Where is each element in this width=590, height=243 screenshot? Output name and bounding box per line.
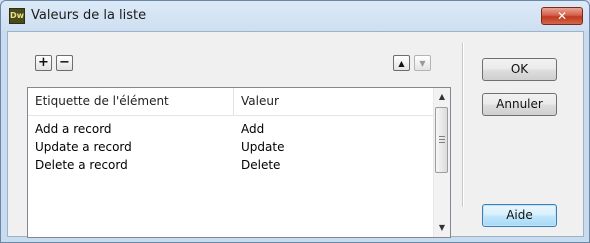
vertical-divider	[462, 43, 464, 207]
dialog-window: Dw Valeurs de la liste ✕ + − ▲ ▼ Etiquet…	[0, 0, 590, 243]
close-icon: ✕	[556, 9, 568, 23]
values-list[interactable]: Etiquette de l'élément Valeur Add a reco…	[27, 87, 451, 238]
vertical-scrollbar[interactable]: ▲ ▼	[433, 88, 450, 237]
grip-line	[439, 139, 445, 140]
scroll-up-arrow-icon[interactable]: ▲	[434, 88, 450, 105]
cancel-button[interactable]: Annuler	[482, 93, 557, 116]
scroll-down-arrow-icon[interactable]: ▼	[434, 219, 450, 236]
arrow-up-icon: ▲	[398, 59, 405, 68]
column-header-value[interactable]: Valeur	[234, 88, 434, 115]
table-row[interactable]: Update a record Update	[28, 138, 436, 157]
table-row[interactable]: Delete a record Delete	[28, 156, 436, 175]
row-value: Add	[241, 122, 265, 136]
window-title: Valeurs de la liste	[31, 8, 147, 23]
row-label: Update a record	[35, 140, 132, 154]
scroll-thumb[interactable]	[435, 107, 448, 173]
row-label: Add a record	[35, 122, 112, 136]
move-down-button[interactable]: ▼	[414, 55, 431, 71]
grip-line	[439, 136, 445, 137]
list-header: Etiquette de l'élément Valeur	[28, 88, 436, 116]
row-label: Delete a record	[35, 158, 128, 172]
ok-button[interactable]: OK	[482, 58, 557, 81]
grip-line	[439, 142, 445, 143]
plus-icon: +	[38, 55, 49, 70]
table-row[interactable]: Add a record Add	[28, 120, 436, 139]
help-button[interactable]: Aide	[482, 204, 557, 227]
close-button[interactable]: ✕	[541, 7, 583, 25]
add-item-button[interactable]: +	[35, 55, 52, 71]
dreamweaver-app-icon: Dw	[9, 8, 25, 24]
row-value: Update	[241, 140, 285, 154]
row-value: Delete	[241, 158, 281, 172]
move-up-button[interactable]: ▲	[393, 55, 410, 71]
arrow-down-icon: ▼	[419, 59, 426, 68]
column-header-label[interactable]: Etiquette de l'élément	[28, 88, 233, 115]
minus-icon: −	[59, 55, 70, 70]
remove-item-button[interactable]: −	[56, 55, 73, 71]
title-bar[interactable]: Dw Valeurs de la liste ✕	[1, 1, 589, 31]
